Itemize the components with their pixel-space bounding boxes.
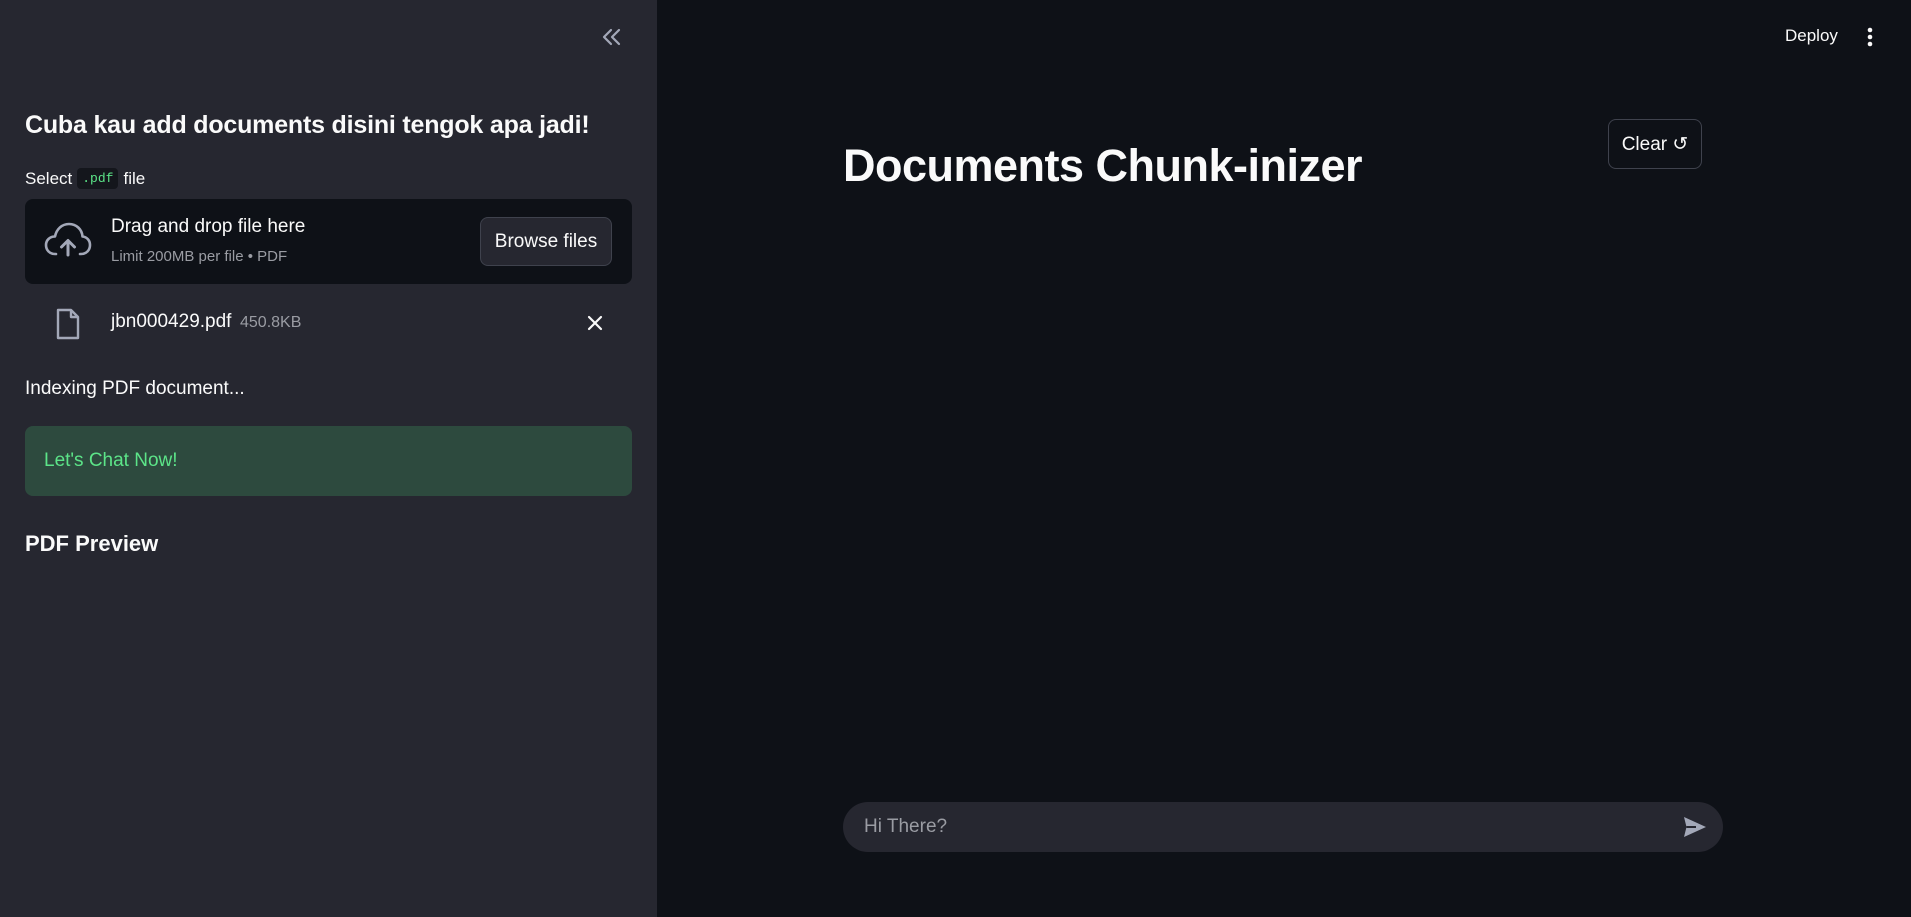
uploaded-file-name: jbn000429.pdf [111,311,232,332]
clear-button[interactable]: Clear ↺ [1608,119,1702,169]
more-vertical-icon[interactable] [1862,26,1878,48]
send-icon[interactable] [1682,815,1708,839]
browse-files-button[interactable]: Browse files [480,217,612,266]
select-label-prefix: Select [25,168,73,188]
file-icon [56,308,80,340]
page-title: Documents Chunk-inizer [843,140,1363,191]
file-select-label: Select .pdf file [25,168,145,189]
file-type-code: .pdf [77,168,119,189]
collapse-sidebar-button[interactable] [594,22,630,52]
success-alert: Let's Chat Now! [25,426,632,496]
chat-input[interactable] [843,802,1663,852]
deploy-button[interactable]: Deploy [1785,26,1838,46]
dropzone-limit-text: Limit 200MB per file • PDF [111,248,288,265]
app-window: Cuba kau add documents disini tengok apa… [0,0,1911,917]
success-message: Let's Chat Now! [44,450,178,471]
uploaded-file-size: 450.8KB [240,314,302,331]
dropzone-title: Drag and drop file here [111,216,306,237]
uploaded-file-item: jbn000429.pdf 450.8KB [25,300,632,348]
chevrons-left-icon [602,28,621,46]
pdf-preview-heading: PDF Preview [25,531,159,556]
chat-input-bar [843,802,1723,852]
sidebar: Cuba kau add documents disini tengok apa… [0,0,657,917]
cloud-upload-icon [44,222,92,257]
sidebar-heading: Cuba kau add documents disini tengok apa… [25,111,590,139]
close-icon[interactable] [586,314,604,332]
indexing-status: Indexing PDF document... [25,378,245,399]
file-dropzone[interactable]: Drag and drop file here Limit 200MB per … [25,199,632,284]
select-label-suffix: file [123,168,146,188]
